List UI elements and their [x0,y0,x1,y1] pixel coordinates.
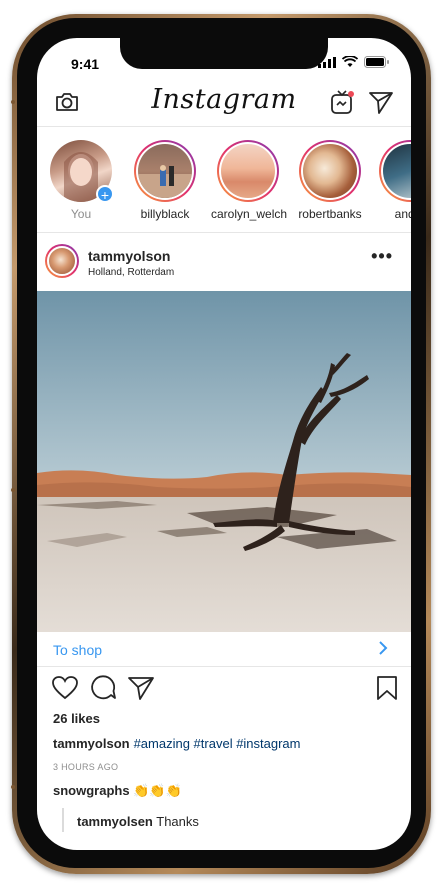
story-billyblack[interactable]: billyblack [128,136,202,221]
story-avatar [221,144,275,198]
story-robertbanks[interactable]: robertbanks [293,136,367,221]
post-username[interactable]: tammyolson [88,248,170,264]
story-label: billyblack [140,207,190,221]
story-andre[interactable]: andre [373,136,411,221]
share-icon[interactable] [127,674,155,702]
battery-icon [364,56,389,68]
bookmark-icon[interactable] [373,674,401,702]
story-label: andre [394,207,411,221]
caption-hashtags[interactable]: #amazing #travel #instagram [134,736,301,751]
wifi-icon [342,56,358,67]
comment: snowgraphs 👏👏👏 [53,783,182,799]
caption-username[interactable]: tammyolson [53,736,130,751]
shop-label: To shop [53,642,103,658]
post-location[interactable]: Holland, Rotterdam [88,267,174,278]
heart-icon[interactable] [51,674,79,702]
story-label: You [70,207,92,221]
story-label: robertbanks [298,207,362,221]
comment-text: 👏👏👏 [133,783,182,798]
story-you[interactable]: + You [44,136,118,221]
screen: 9:41 Instagram + You billyblack carolyn_… [37,38,411,850]
phone-side-button [11,785,15,789]
chevron-right-icon [379,641,388,655]
likes-count[interactable]: 26 likes [53,711,100,726]
reply-text: Thanks [156,814,199,829]
post-time: 3 HOURS AGO [53,762,119,772]
send-icon[interactable] [367,88,395,116]
phone-side-button [11,100,15,104]
shop-link[interactable]: To shop [37,632,411,667]
story-avatar [383,144,411,198]
post-photo[interactable] [37,291,411,632]
reply-divider [62,808,64,832]
status-time: 9:41 [71,56,100,72]
status-icons [318,56,389,68]
signal-icon [318,56,336,68]
more-options-icon[interactable]: ••• [371,246,393,267]
story-label: carolyn_welch [211,207,288,221]
comment-username[interactable]: snowgraphs [53,783,130,798]
post-header: tammyolson Holland, Rotterdam ••• [37,236,411,288]
phone-side-button [11,488,15,492]
comment-icon[interactable] [89,674,117,702]
story-carolyn-welch[interactable]: carolyn_welch [211,136,288,221]
reply-username[interactable]: tammyolsen [77,814,153,829]
app-header: Instagram [37,82,411,127]
reply: tammyolsen Thanks [77,814,199,829]
stories-bar: + You billyblack carolyn_welch robertban… [37,136,411,233]
notch [120,38,328,69]
tv-icon[interactable] [328,88,356,116]
post-avatar[interactable] [45,244,79,278]
story-avatar [138,144,192,198]
add-story-icon[interactable]: + [96,185,114,203]
post-actions [37,674,411,704]
post-caption: tammyolson #amazing #travel #instagram [53,736,301,751]
story-avatar [303,144,357,198]
